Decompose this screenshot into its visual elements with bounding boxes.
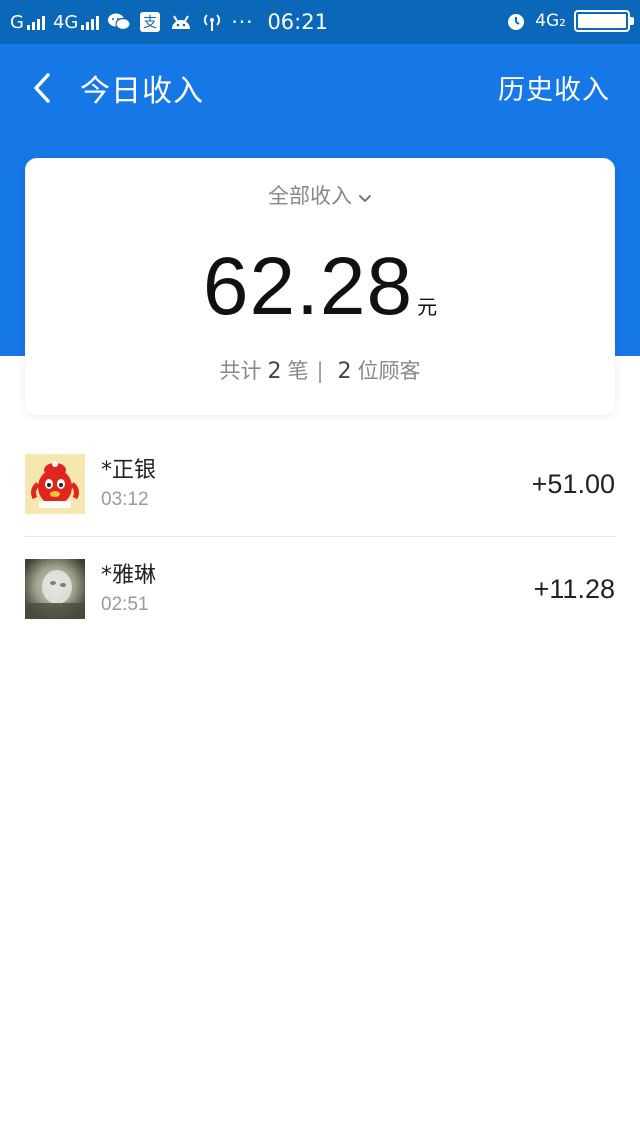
payer-name: *正银 bbox=[101, 458, 157, 483]
alarm-icon bbox=[505, 10, 527, 32]
total-amount: 62.28 元 bbox=[25, 240, 615, 334]
android-icon bbox=[169, 13, 193, 31]
income-filter-dropdown[interactable]: 全部收入 bbox=[25, 180, 615, 210]
svg-text:支: 支 bbox=[143, 15, 157, 31]
transaction-row[interactable]: *正银 03:12 +51.00 bbox=[0, 432, 640, 536]
chevron-left-icon bbox=[34, 73, 50, 103]
back-button[interactable] bbox=[22, 68, 62, 108]
transaction-amount: +11.28 bbox=[533, 574, 615, 604]
stats-prefix: 共计 bbox=[219, 359, 262, 383]
summary-card: 全部收入 62.28 元 共计 2 笔 | 2 位顾客 bbox=[25, 158, 615, 415]
cartoon-avatar bbox=[25, 454, 85, 514]
battery-level bbox=[578, 14, 626, 28]
transaction-time: 03:12 bbox=[101, 489, 149, 510]
filter-label: 全部收入 bbox=[268, 184, 352, 208]
hotspot-icon bbox=[201, 11, 223, 33]
summary-stats: 共计 2 笔 | 2 位顾客 bbox=[25, 355, 615, 385]
customer-unit: 位顾客 bbox=[357, 359, 421, 383]
signal-1: G bbox=[10, 12, 45, 33]
carrier-label: 4G bbox=[52, 11, 79, 33]
transaction-unit: 笔 bbox=[287, 359, 309, 383]
signal-bars-icon bbox=[26, 14, 45, 30]
transaction-list: *正银 03:12 +51.00 *雅琳 02:51 +11.28 bbox=[0, 432, 640, 640]
amount-unit: 元 bbox=[417, 295, 438, 319]
transaction-amount: +51.00 bbox=[531, 469, 615, 499]
more-notifications-icon: ··· bbox=[231, 10, 254, 34]
clock: 06:21 bbox=[267, 10, 328, 34]
alipay-icon: 支 bbox=[139, 11, 161, 33]
transaction-count: 2 bbox=[267, 359, 282, 384]
battery-icon bbox=[574, 10, 634, 32]
network-type: 4G₂ bbox=[535, 11, 566, 31]
signal-2: 4G bbox=[52, 11, 100, 33]
payer-name: *雅琳 bbox=[101, 563, 157, 588]
wechat-icon bbox=[107, 12, 131, 32]
signal-bars-icon bbox=[81, 14, 100, 30]
nav-bar: 今日收入 历史收入 bbox=[0, 44, 640, 132]
stats-separator: | bbox=[316, 359, 324, 383]
photo-avatar bbox=[25, 559, 85, 619]
chevron-down-icon bbox=[358, 185, 372, 209]
transaction-time: 02:51 bbox=[101, 594, 149, 615]
transaction-row[interactable]: *雅琳 02:51 +11.28 bbox=[25, 536, 615, 640]
customer-count: 2 bbox=[337, 359, 352, 384]
status-bar: G 4G 支 ··· 06:21 4G₂ bbox=[0, 0, 640, 44]
history-income-link[interactable]: 历史收入 bbox=[498, 68, 610, 107]
amount-value: 62.28 bbox=[202, 241, 414, 332]
page-title: 今日收入 bbox=[80, 74, 204, 109]
carrier-label: G bbox=[10, 11, 24, 33]
